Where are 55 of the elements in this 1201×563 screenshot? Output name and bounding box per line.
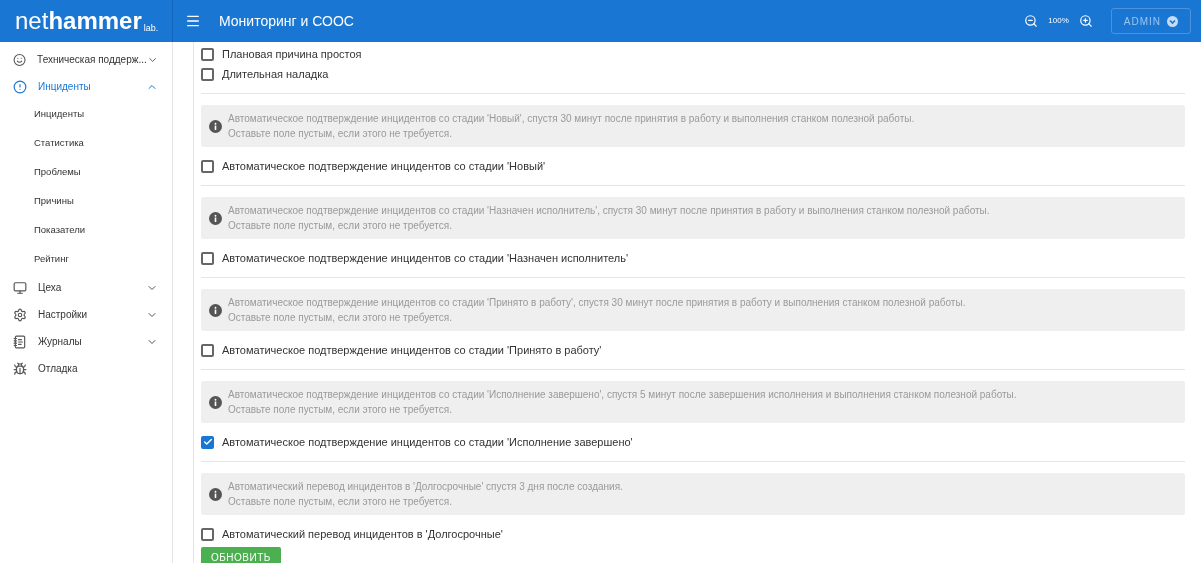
checkbox-label: Автоматическое подтверждение инцидентов со стадии 'Новый' xyxy=(222,158,546,174)
monitor-icon xyxy=(13,280,27,295)
info-icon xyxy=(209,119,222,133)
checkbox-label: Автоматическое подтверждение инцидентов со стадии 'Назначен исполнитель' xyxy=(222,250,629,266)
checkbox[interactable] xyxy=(201,251,214,265)
info-text: Оставьте поле пустым, если этого не требуется. xyxy=(228,127,453,141)
sidebar-subitem[interactable]: Проблемы xyxy=(0,158,172,187)
checkbox-label: Автоматическое подтверждение инцидентов со стадии 'Исполнение завершено' xyxy=(222,434,633,450)
info-text: Оставьте поле пустым, если этого не требуется. xyxy=(228,403,453,417)
checkbox[interactable] xyxy=(201,67,214,81)
info-text: Автоматическое подтверждение инцидентов со стадии 'Назначен исполнитель', спустя 30 минут после принятия в работу и выполнения станком полезной работы. xyxy=(228,204,990,218)
checkbox-label: Плановая причина простоя xyxy=(222,46,362,62)
info-text: Автоматическое подтверждение инцидентов со стадии 'Исполнение завершено', спустя 5 минут после завершения исполнения и выполнения станком полезной работы. xyxy=(228,388,1017,402)
info-icon xyxy=(209,211,222,225)
face-icon xyxy=(13,52,27,67)
bug-icon xyxy=(13,361,27,376)
zoom-in-icon[interactable] xyxy=(1078,14,1093,28)
sidebar-item[interactable]: Техническая поддерж... xyxy=(0,46,172,73)
checkbox[interactable] xyxy=(201,159,214,173)
sidebar-subitem[interactable]: Причины xyxy=(0,187,172,216)
zoom-level: 100% xyxy=(1048,15,1069,27)
info-text: Автоматическое подтверждение инцидентов со стадии 'Принято в работу', спустя 30 минут после принятия в работу и выполнения станком полезной работы. xyxy=(228,296,966,310)
sidebar-item[interactable]: Инциденты xyxy=(0,73,172,100)
zoom-out-icon[interactable] xyxy=(1024,14,1039,28)
checkbox[interactable] xyxy=(201,47,214,61)
info-icon xyxy=(209,487,222,501)
gear-icon xyxy=(13,307,27,322)
checkbox[interactable] xyxy=(201,435,214,449)
notebook-icon xyxy=(13,334,27,349)
dropdown-icon xyxy=(1167,15,1178,27)
sidebar-subitem[interactable]: Инциденты xyxy=(0,100,172,129)
sidebar-item[interactable]: Журналы xyxy=(0,328,172,355)
sidebar-subitem[interactable]: Показатели xyxy=(0,216,172,245)
info-text: Оставьте поле пустым, если этого не требуется. xyxy=(228,495,453,509)
page-title: Мониторинг и СООС xyxy=(219,11,354,31)
info-icon xyxy=(209,395,222,409)
checkbox-label: Автоматический перевод инцидентов в 'Долгосрочные' xyxy=(222,526,503,542)
checkbox[interactable] xyxy=(201,343,214,357)
info-text: Автоматическое подтверждение инцидентов со стадии 'Новый', спустя 30 минут после принятия в работу и выполнения станком полезной работы. xyxy=(228,112,915,126)
checkbox-label: Длительная наладка xyxy=(222,66,329,82)
alert-icon xyxy=(13,79,27,94)
info-text: Оставьте поле пустым, если этого не требуется. xyxy=(228,219,453,233)
menu-icon[interactable] xyxy=(185,13,201,29)
checkbox[interactable] xyxy=(201,527,214,541)
info-text: Автоматический перевод инцидентов в 'Долгосрочные' спустя 3 дня после создания. xyxy=(228,480,623,494)
checkbox-label: Автоматическое подтверждение инцидентов со стадии 'Принято в работу' xyxy=(222,342,602,358)
sidebar-subitem[interactable]: Рейтинг xyxy=(0,245,172,274)
sidebar-item[interactable]: Настройки xyxy=(0,301,172,328)
info-text: Оставьте поле пустым, если этого не требуется. xyxy=(228,311,453,325)
sidebar-subitem[interactable]: Статистика xyxy=(0,129,172,158)
logo-suffix: lab. xyxy=(143,24,159,33)
sidebar-item[interactable]: Отладка xyxy=(0,355,172,382)
sidebar-item[interactable]: Цеха xyxy=(0,274,172,301)
info-icon xyxy=(209,303,222,317)
logo-text: nethammer xyxy=(15,9,142,33)
